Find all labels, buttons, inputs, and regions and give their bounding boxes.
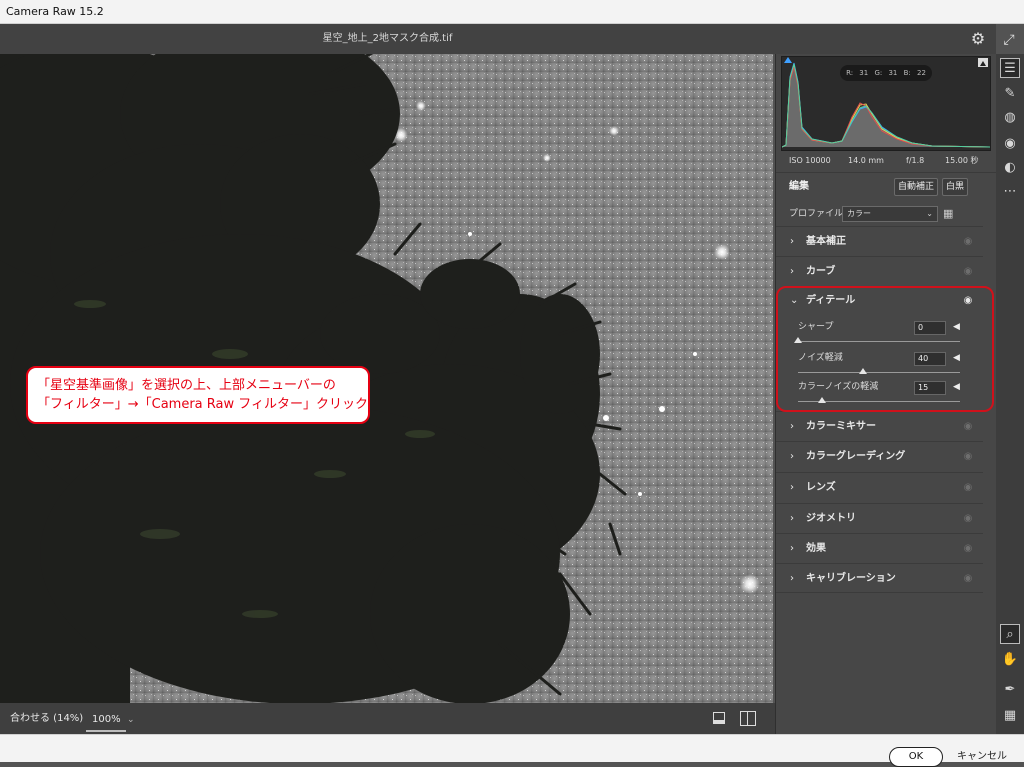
section-lens[interactable]: › レンズ ◉ <box>776 472 983 502</box>
instruction-callout: 「星空基準画像」を選択の上、上部メニューバーの 「フィルター」→「Camera … <box>26 366 370 424</box>
zoom-fit-button[interactable]: 合わせる (14%) <box>10 703 83 734</box>
chevron-right-icon: › <box>790 236 794 247</box>
rgb-readout: R: 31 G: 31 B: 22 <box>840 65 932 81</box>
section-color-grading[interactable]: › カラーグレーディング ◉ <box>776 441 983 471</box>
auto-button[interactable]: 自動補正 <box>894 178 939 196</box>
section-geometry-label: ジオメトリ <box>806 513 856 524</box>
histogram: R: 31 G: 31 B: 22 <box>781 56 991 151</box>
file-name: 星空_地上_2地マスク合成.tif <box>322 33 453 44</box>
zoom-value[interactable]: 100% <box>86 708 126 732</box>
section-color-grading-label: カラーグレーディング <box>806 451 906 462</box>
eye-icon[interactable]: ◉ <box>962 422 974 432</box>
eye-icon[interactable]: ◉ <box>962 514 974 524</box>
bw-button[interactable]: 白黒 <box>942 178 969 196</box>
edit-title: 編集 <box>789 181 809 192</box>
gear-icon[interactable]: ⚙ <box>968 29 988 49</box>
chevron-right-icon: › <box>790 451 794 462</box>
hand-tool-icon[interactable]: ✋ <box>1000 650 1020 670</box>
section-color-mixer-label: カラーミキサー <box>806 421 876 432</box>
color-sampler-icon[interactable]: ✒ <box>1000 680 1020 700</box>
focal-length: 14.0 mm <box>848 156 884 165</box>
chevron-right-icon: › <box>790 421 794 432</box>
eye-icon[interactable]: ◉ <box>962 544 974 554</box>
profile-label: プロファイル <box>789 209 844 219</box>
chevron-right-icon: › <box>790 543 794 554</box>
eye-icon[interactable]: ◉ <box>962 574 974 584</box>
detail-highlight-box <box>776 286 994 412</box>
aperture-value: f/1.8 <box>906 156 925 165</box>
eye-icon[interactable]: ◉ <box>962 237 974 247</box>
b-value: B: 22 <box>903 69 926 77</box>
cancel-button[interactable]: キャンセル <box>957 747 1007 767</box>
top-bar: 星空_地上_2地マスク合成.tif ⚙ <box>0 24 996 54</box>
dialog-footer: OK キャンセル <box>0 734 1024 767</box>
chevron-right-icon: › <box>790 266 794 277</box>
chevron-down-icon[interactable]: ⌄ <box>127 708 139 732</box>
healing-brush-icon[interactable]: ✎ <box>1000 84 1020 104</box>
window-title: Camera Raw 15.2 <box>0 0 1024 24</box>
before-after-icon[interactable] <box>740 711 756 726</box>
eye-icon[interactable]: ◉ <box>962 267 974 277</box>
profile-row: プロファイル カラー ⌄ ▦ <box>776 202 997 226</box>
section-calibration-label: キャリブレーション <box>806 573 896 584</box>
bottom-bar: 合わせる (14%) 100% ⌄ <box>0 703 775 734</box>
more-icon[interactable]: ⋯ <box>1000 182 1020 202</box>
chevron-right-icon: › <box>790 482 794 493</box>
eye-icon[interactable]: ◉ <box>962 452 974 462</box>
single-view-icon[interactable] <box>713 712 725 724</box>
section-curve-label: カーブ <box>806 266 836 277</box>
profile-browser-icon[interactable]: ▦ <box>943 207 957 221</box>
expand-icon[interactable]: ⤢ <box>999 30 1019 50</box>
grid-icon[interactable]: ▦ <box>1000 706 1020 726</box>
r-value: R: 31 <box>846 69 869 77</box>
callout-line-2: 「フィルター」→「Camera Raw フィルター」クリック <box>37 397 368 412</box>
masking-icon[interactable]: ◍ <box>1000 108 1020 128</box>
section-basic[interactable]: › 基本補正 ◉ <box>776 226 983 256</box>
sliders-icon[interactable]: ☰ <box>1000 58 1020 78</box>
section-effects-label: 効果 <box>806 543 826 554</box>
right-toolbar: ☰ ✎ ◍ ◉ ◐ ⋯ ⌕ ✋ ✒ ▦ <box>996 54 1024 734</box>
red-eye-icon[interactable]: ◉ <box>1000 134 1020 154</box>
g-value: G: 31 <box>874 69 898 77</box>
section-calibration[interactable]: › キャリブレーション ◉ <box>776 563 983 593</box>
section-basic-label: 基本補正 <box>806 236 846 247</box>
chevron-right-icon: › <box>790 573 794 584</box>
profile-value: カラー <box>847 209 871 218</box>
shutter-speed: 15.00 秒 <box>945 156 979 165</box>
section-effects[interactable]: › 効果 ◉ <box>776 533 983 563</box>
section-geometry[interactable]: › ジオメトリ ◉ <box>776 503 983 533</box>
profile-select[interactable]: カラー ⌄ <box>842 206 938 222</box>
callout-line-1: 「星空基準画像」を選択の上、上部メニューバーの <box>37 378 336 393</box>
chevron-right-icon: › <box>790 513 794 524</box>
edit-header: 編集 自動補正 白黒 <box>776 172 997 200</box>
exif-info: ISO 10000 14.0 mm f/1.8 15.00 秒 <box>776 152 997 170</box>
presets-icon[interactable]: ◐ <box>1000 158 1020 178</box>
zoom-tool-icon[interactable]: ⌕ <box>1000 624 1020 644</box>
section-color-mixer[interactable]: › カラーミキサー ◉ <box>776 411 983 441</box>
iso-value: ISO 10000 <box>789 156 831 165</box>
section-curve[interactable]: › カーブ ◉ <box>776 256 983 286</box>
chevron-down-icon: ⌄ <box>926 209 933 218</box>
ok-button[interactable]: OK <box>889 747 943 767</box>
eye-icon[interactable]: ◉ <box>962 483 974 493</box>
section-lens-label: レンズ <box>806 482 836 493</box>
